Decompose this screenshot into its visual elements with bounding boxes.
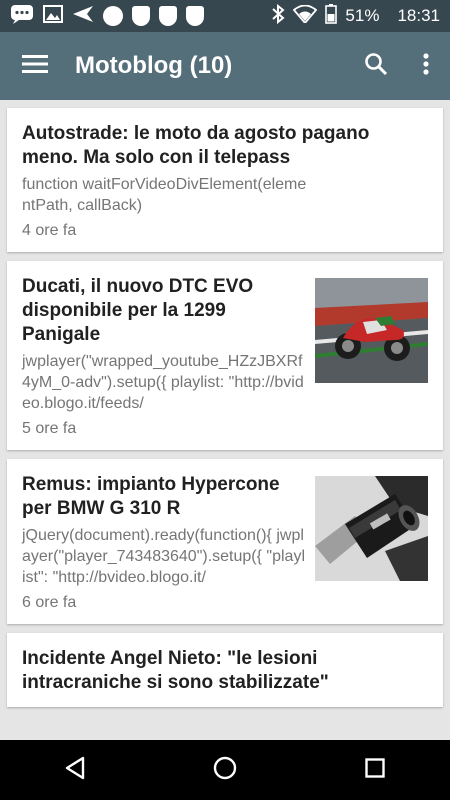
battery-percent: 51% xyxy=(345,6,380,25)
system-icons: 51% 18:31 xyxy=(271,3,440,29)
notification-icon xyxy=(132,6,150,26)
article-card[interactable]: Autostrade: le moto da agosto pagano men… xyxy=(7,108,443,252)
overflow-menu-button[interactable] xyxy=(402,32,450,100)
wifi-icon xyxy=(293,4,318,28)
back-button[interactable] xyxy=(35,740,115,800)
notification-icon xyxy=(159,6,177,26)
article-snippet: function waitForVideoDivElement(elementP… xyxy=(22,176,307,214)
recents-button[interactable] xyxy=(335,740,415,800)
navigation-bar xyxy=(0,740,450,800)
image-icon xyxy=(43,4,63,28)
search-button[interactable] xyxy=(350,32,402,100)
battery-icon xyxy=(325,3,338,29)
hamburger-menu-icon xyxy=(22,54,48,79)
article-list: Autostrade: le moto da agosto pagano men… xyxy=(0,100,450,740)
more-vert-icon xyxy=(423,52,429,80)
circle-icon xyxy=(103,6,123,26)
article-snippet: jwplayer("wrapped_youtube_HZzJBXRf4yM_0-… xyxy=(22,353,304,412)
article-thumbnail-ducati xyxy=(315,278,428,383)
notification-icon xyxy=(186,6,204,26)
article-time: 5 ore fa xyxy=(22,420,77,437)
article-snippet: jQuery(document).ready(function(){ jwpla… xyxy=(22,527,305,586)
send-icon xyxy=(72,5,94,28)
article-card[interactable]: Incidente Angel Nieto: "le lesioni intra… xyxy=(7,633,443,707)
home-circle-icon xyxy=(213,756,237,785)
article-title: Incidente Angel Nieto: "le lesioni intra… xyxy=(22,648,329,693)
article-time: 6 ore fa xyxy=(22,594,77,611)
search-icon xyxy=(364,52,388,81)
bluetooth-icon xyxy=(271,3,285,29)
menu-button[interactable] xyxy=(0,32,70,100)
messaging-icon xyxy=(10,4,34,29)
page-title: Motoblog (10) xyxy=(75,52,233,79)
article-title: Remus: impianto Hypercone per BMW G 310 … xyxy=(22,474,280,519)
article-card[interactable]: Remus: impianto Hypercone per BMW G 310 … xyxy=(7,459,443,624)
article-text: Remus: impianto Hypercone per BMW G 310 … xyxy=(22,473,307,612)
home-button[interactable] xyxy=(185,740,265,800)
article-text: Incidente Angel Nieto: "le lesioni intra… xyxy=(22,647,428,695)
article-title: Ducati, il nuovo DTC EVO disponibile per… xyxy=(22,276,254,345)
article-card[interactable]: Ducati, il nuovo DTC EVO disponibile per… xyxy=(7,261,443,450)
article-thumbnail-remus xyxy=(315,476,428,581)
clock: 18:31 xyxy=(397,6,440,25)
article-title: Autostrade: le moto da agosto pagano men… xyxy=(22,123,370,168)
article-text: Ducati, il nuovo DTC EVO disponibile per… xyxy=(22,275,307,438)
article-time: 4 ore fa xyxy=(22,222,77,239)
article-text: Autostrade: le moto da agosto pagano men… xyxy=(22,122,428,240)
notification-icons xyxy=(10,4,204,29)
back-triangle-icon xyxy=(64,756,86,785)
status-bar: 51% 18:31 xyxy=(0,0,450,32)
app-bar: Motoblog (10) xyxy=(0,32,450,100)
recents-square-icon xyxy=(365,757,385,783)
